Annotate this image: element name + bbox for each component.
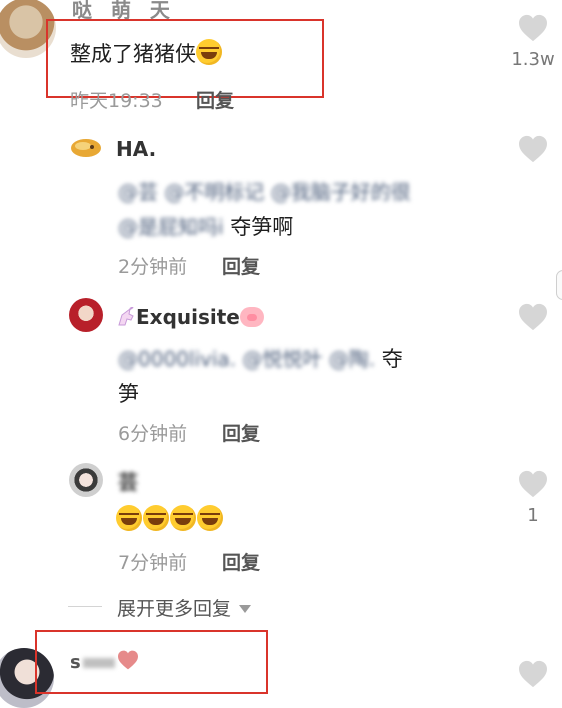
expand-divider: [68, 606, 102, 607]
mention[interactable]: @是屁知吗i: [118, 215, 224, 239]
name-blur: [82, 658, 115, 668]
laughing-emoji: [170, 505, 196, 531]
laughing-emoji: [196, 39, 222, 65]
like-count: 1.3w: [511, 49, 555, 70]
expand-more-replies[interactable]: 展开更多回复: [117, 594, 252, 621]
heart-icon[interactable]: [518, 14, 548, 42]
heart-icon[interactable]: [518, 660, 548, 688]
comment-time: 昨天19:33: [70, 90, 163, 112]
avatar[interactable]: [69, 298, 103, 332]
comment-author-name[interactable]: s: [70, 650, 139, 673]
comment-text-content: 夺: [381, 347, 403, 371]
comment-text-content: 整成了猪猪侠: [70, 42, 196, 66]
comment-text: 笋: [118, 382, 139, 406]
author-name-text: s: [70, 652, 81, 673]
avatar[interactable]: [70, 131, 102, 163]
laughing-emoji: [116, 505, 142, 531]
comment-text: 整成了猪猪侠: [70, 38, 223, 68]
heart-icon[interactable]: [518, 135, 548, 163]
laughing-emoji: [197, 505, 223, 531]
comment-time: 6分钟前: [118, 423, 188, 445]
chevron-down-icon: [239, 605, 252, 613]
like-count: 1: [527, 505, 539, 526]
scroll-handle[interactable]: [556, 270, 562, 300]
comment-text: [116, 505, 224, 532]
comment-time: 7分钟前: [118, 552, 188, 574]
heart-icon[interactable]: [518, 303, 548, 331]
comment-text: @是屁知吗i 夺笋啊: [118, 211, 293, 241]
mention-line[interactable]: @0000livia. @悦悦叶 @陶.: [118, 347, 375, 371]
avatar[interactable]: [69, 463, 103, 497]
reply-button[interactable]: 回复: [222, 252, 260, 279]
mention-line[interactable]: @芸 @不明标记 @我脑子好的很: [118, 176, 411, 205]
comment-text: @0000livia. @悦悦叶 @陶. 夺: [118, 343, 403, 373]
heart-icon: [117, 650, 138, 670]
heart-icon[interactable]: [518, 470, 548, 498]
author-name-text: Exquisite: [136, 305, 240, 329]
pig-icon: [239, 307, 264, 327]
expand-more-label: 展开更多回复: [117, 598, 232, 620]
comment-author-name[interactable]: HA.: [116, 137, 156, 161]
laughing-emoji: [143, 505, 169, 531]
avatar-image: [71, 139, 101, 157]
comment-time: 2分钟前: [118, 256, 188, 278]
comment-author-name[interactable]: 芸: [118, 466, 138, 495]
comment-text-content: 夺笋啊: [230, 215, 294, 239]
comment-author-name[interactable]: Exquisite: [116, 305, 264, 329]
unicorn-icon: [118, 307, 134, 326]
reply-button[interactable]: 回复: [222, 548, 260, 575]
reply-button[interactable]: 回复: [196, 86, 234, 113]
reply-button[interactable]: 回复: [222, 419, 260, 446]
